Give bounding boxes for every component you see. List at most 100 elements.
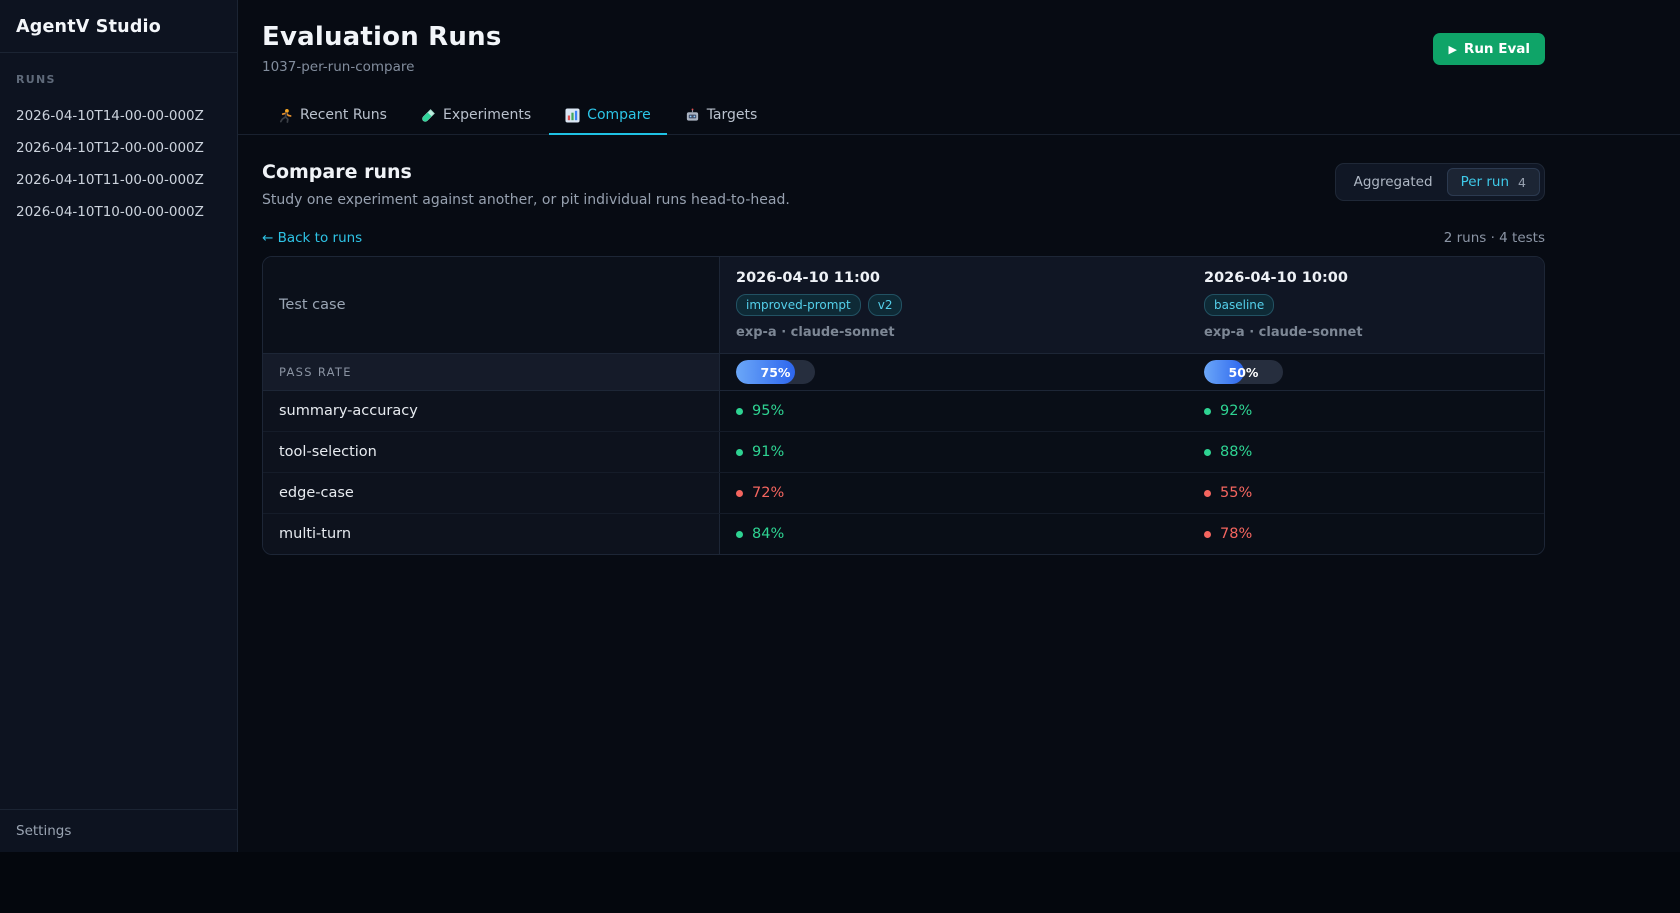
run-column-header: 2026-04-10 11:00 improved-prompt v2 exp-…	[719, 257, 1188, 353]
pass-rate-cell: 50%	[1188, 354, 1544, 390]
run-badge: improved-prompt	[736, 294, 861, 316]
score-value: 84%	[752, 526, 784, 542]
score-value: 92%	[1220, 403, 1252, 419]
status-dot-icon	[736, 408, 743, 415]
status-dot-icon	[1204, 490, 1211, 497]
run-datetime: 2026-04-10 11:00	[736, 270, 1172, 286]
run-eval-button[interactable]: ▶ Run Eval	[1433, 33, 1545, 65]
score-value: 55%	[1220, 485, 1252, 501]
run-meta: exp-a · claude-sonnet	[1204, 325, 1528, 340]
sidebar-run-item[interactable]: 2026-04-10T12-00-00-000Z	[16, 132, 221, 164]
score-cell: 78%	[1188, 514, 1544, 554]
score-cell: 95%	[719, 391, 1188, 431]
toggle-per-run-count: 4	[1518, 175, 1526, 190]
test-name-cell: summary-accuracy	[263, 391, 719, 431]
pass-rate-row: PASS RATE 75% 50%	[263, 354, 1544, 391]
pass-rate-bar-label: 50%	[1204, 360, 1283, 384]
runner-icon	[278, 108, 293, 123]
score-cell: 91%	[719, 432, 1188, 472]
section-title: Compare runs	[262, 161, 790, 183]
pass-rate-cell: 75%	[719, 354, 1188, 390]
section-description: Study one experiment against another, or…	[262, 192, 790, 208]
score-cell: 84%	[719, 514, 1188, 554]
sidebar-run-item[interactable]: 2026-04-10T11-00-00-000Z	[16, 164, 221, 196]
run-eval-label: Run Eval	[1464, 41, 1530, 57]
run-badge: v2	[868, 294, 903, 316]
compare-table: Test case 2026-04-10 11:00 improved-prom…	[262, 256, 1545, 555]
test-name-cell: tool-selection	[263, 432, 719, 472]
section-head: Compare runs Study one experiment agains…	[262, 161, 1545, 208]
meta-row: ← Back to runs 2 runs · 4 tests	[262, 230, 1545, 246]
sidebar-run-item[interactable]: 2026-04-10T10-00-00-000Z	[16, 196, 221, 228]
sidebar-header: AgentV Studio	[0, 0, 237, 53]
score-cell: 88%	[1188, 432, 1544, 472]
test-name-cell: multi-turn	[263, 514, 719, 554]
pass-rate-bar: 50%	[1204, 360, 1283, 384]
score-value: 78%	[1220, 526, 1252, 542]
sidebar-footer: Settings	[0, 809, 237, 852]
test-tube-icon	[421, 108, 436, 123]
table-row: multi-turn 84% 78%	[263, 514, 1544, 554]
page-title: Evaluation Runs	[262, 22, 502, 52]
view-mode-toggle: Aggregated Per run 4	[1335, 163, 1545, 201]
score-value: 88%	[1220, 444, 1252, 460]
test-case-header-cell: Test case	[263, 257, 719, 353]
runs-section-label: RUNS	[16, 73, 221, 86]
table-row: edge-case 72% 55%	[263, 473, 1544, 514]
run-column-header: 2026-04-10 10:00 baseline exp-a · claude…	[1188, 257, 1544, 353]
status-dot-icon	[1204, 408, 1211, 415]
run-meta: exp-a · claude-sonnet	[736, 325, 1172, 340]
play-icon: ▶	[1448, 43, 1456, 56]
robot-icon	[685, 108, 700, 123]
score-cell: 72%	[719, 473, 1188, 513]
score-value: 95%	[752, 403, 784, 419]
pass-rate-bar: 75%	[736, 360, 815, 384]
sidebar-run-list: RUNS 2026-04-10T14-00-00-000Z 2026-04-10…	[0, 53, 237, 809]
pass-rate-label: PASS RATE	[279, 365, 352, 379]
toggle-per-run[interactable]: Per run 4	[1447, 168, 1540, 196]
tab-targets[interactable]: Targets	[669, 99, 774, 135]
table-row: summary-accuracy 95% 92%	[263, 391, 1544, 432]
tab-label: Recent Runs	[300, 107, 387, 123]
score-cell: 55%	[1188, 473, 1544, 513]
tab-recent-runs[interactable]: Recent Runs	[262, 99, 403, 135]
run-badge: baseline	[1204, 294, 1274, 316]
page-title-block: Evaluation Runs 1037-per-run-compare	[262, 22, 502, 75]
table-header-row: Test case 2026-04-10 11:00 improved-prom…	[263, 257, 1544, 354]
main-panel: Evaluation Runs 1037-per-run-compare ▶ R…	[238, 0, 1680, 852]
pass-rate-bar-label: 75%	[736, 360, 815, 384]
test-name-cell: edge-case	[263, 473, 719, 513]
section-title-block: Compare runs Study one experiment agains…	[262, 161, 790, 208]
badge-row: baseline	[1204, 294, 1528, 316]
score-value: 91%	[752, 444, 784, 460]
status-dot-icon	[736, 490, 743, 497]
settings-link[interactable]: Settings	[16, 823, 221, 839]
status-dot-icon	[1204, 531, 1211, 538]
compare-section: Compare runs Study one experiment agains…	[238, 135, 1680, 555]
table-row: tool-selection 91% 88%	[263, 432, 1544, 473]
runs-summary: 2 runs · 4 tests	[1444, 230, 1545, 246]
toggle-aggregated[interactable]: Aggregated	[1340, 168, 1447, 196]
tab-bar: Recent Runs Experiments Compare Targets	[238, 99, 1680, 135]
tab-compare[interactable]: Compare	[549, 99, 667, 135]
app-title: AgentV Studio	[16, 17, 221, 37]
sidebar: AgentV Studio RUNS 2026-04-10T14-00-00-0…	[0, 0, 238, 852]
back-to-runs-link[interactable]: ← Back to runs	[262, 230, 362, 246]
status-dot-icon	[736, 531, 743, 538]
score-cell: 92%	[1188, 391, 1544, 431]
tab-label: Targets	[707, 107, 758, 123]
score-value: 72%	[752, 485, 784, 501]
tab-experiments[interactable]: Experiments	[405, 99, 547, 135]
tab-label: Experiments	[443, 107, 531, 123]
sidebar-run-item[interactable]: 2026-04-10T14-00-00-000Z	[16, 100, 221, 132]
toggle-per-run-label: Per run	[1461, 174, 1509, 190]
app-window: AgentV Studio RUNS 2026-04-10T14-00-00-0…	[0, 0, 1680, 852]
bar-chart-icon	[565, 108, 580, 123]
pass-rate-label-cell: PASS RATE	[263, 354, 719, 390]
page-header: Evaluation Runs 1037-per-run-compare ▶ R…	[238, 0, 1680, 75]
page-subtitle: 1037-per-run-compare	[262, 59, 502, 75]
run-datetime: 2026-04-10 10:00	[1204, 270, 1528, 286]
status-dot-icon	[736, 449, 743, 456]
tab-label: Compare	[587, 107, 651, 123]
status-dot-icon	[1204, 449, 1211, 456]
